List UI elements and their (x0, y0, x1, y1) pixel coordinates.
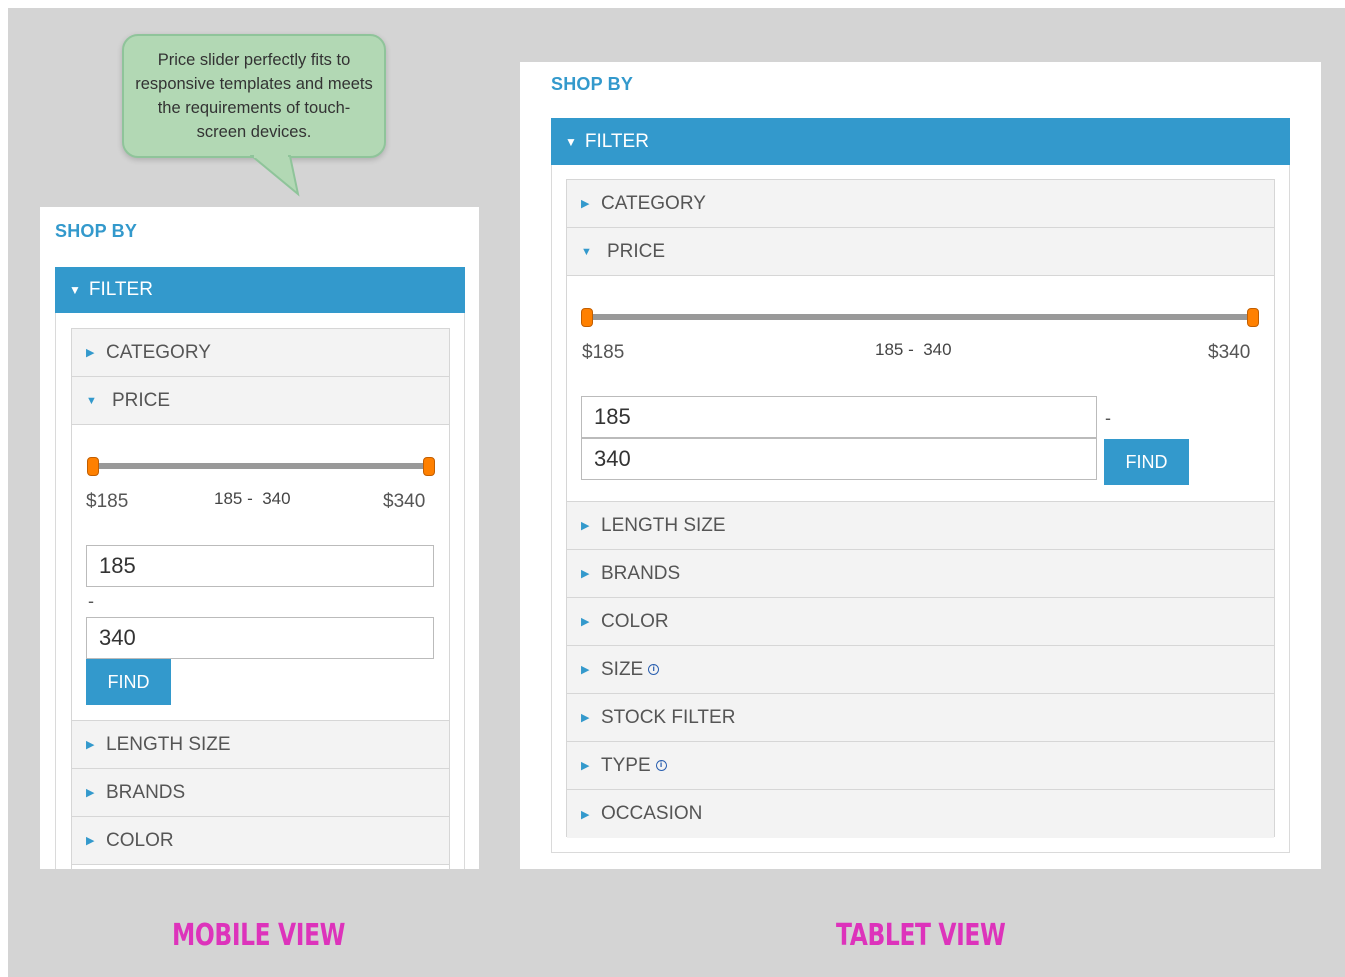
caret-down-icon: ▼ (581, 245, 592, 258)
caret-down-icon: ▼ (69, 283, 81, 297)
caret-right-icon: ▶ (581, 808, 590, 821)
tablet-panel: SHOP BY ▼ FILTER ▶ CATEGORY ▼ PRICE $185… (520, 62, 1321, 869)
size-label: SIZE (601, 658, 644, 680)
shop-by-heading: SHOP BY (551, 74, 634, 94)
price-label: PRICE (112, 389, 171, 411)
price-item[interactable]: ▼ PRICE (72, 377, 449, 425)
callout-bubble: Price slider perfectly fits to responsiv… (122, 34, 386, 158)
price-slider-min-handle[interactable] (581, 308, 593, 327)
info-icon[interactable]: i (655, 760, 667, 771)
price-slider-min-handle[interactable] (87, 457, 99, 476)
category-item[interactable]: ▶ CATEGORY (72, 329, 449, 377)
price-min-input[interactable]: 185 (86, 545, 434, 587)
length-size-label: LENGTH SIZE (601, 514, 726, 536)
price-range-label: 185 - 340 (214, 489, 291, 508)
callout-text: Price slider perfectly fits to responsiv… (135, 51, 373, 141)
price-panel: $185 185 - 340 $340 185 - 340 FIND (567, 276, 1274, 502)
price-min-label: $185 (86, 491, 129, 512)
stock-filter-item[interactable]: ▶ STOCK FILTER (567, 694, 1274, 742)
price-slider-max-handle[interactable] (423, 457, 435, 476)
price-max-label: $340 (1208, 342, 1251, 363)
caret-right-icon: ▶ (581, 198, 590, 210)
color-item[interactable]: ▶ COLOR (72, 817, 449, 865)
caret-right-icon: ▶ (581, 664, 590, 676)
caret-right-icon: ▶ (581, 520, 590, 532)
brands-item[interactable]: ▶ BRANDS (567, 550, 1274, 598)
brands-label: BRANDS (106, 781, 186, 803)
caret-right-icon: ▶ (86, 835, 95, 847)
filter-toggle[interactable]: ▼ FILTER (551, 118, 1290, 165)
caret-down-icon: ▼ (565, 134, 577, 149)
price-slider-max-handle[interactable] (1247, 308, 1259, 327)
price-separator: - (88, 591, 94, 611)
filter-list: ▶ CATEGORY ▼ PRICE $185 185 - 340 $340 1… (566, 179, 1275, 838)
find-button[interactable]: FIND (1104, 439, 1189, 485)
price-max-input[interactable]: 340 (86, 617, 434, 659)
caret-right-icon: ▶ (86, 787, 95, 799)
category-label: CATEGORY (106, 341, 211, 363)
mobile-panel: SHOP BY ▼ FILTER ▶ CATEGORY ▼ PRICE $185… (40, 207, 479, 869)
caret-right-icon: ▶ (86, 347, 95, 359)
price-max-label: $340 (383, 491, 426, 512)
brands-label: BRANDS (601, 562, 681, 584)
price-min-input[interactable]: 185 (581, 396, 1097, 438)
caret-right-icon: ▶ (581, 616, 590, 628)
length-size-label: LENGTH SIZE (106, 733, 231, 755)
color-label: COLOR (106, 829, 174, 851)
price-separator: - (1105, 408, 1111, 428)
filter-label: FILTER (584, 130, 649, 152)
length-size-item[interactable]: ▶ LENGTH SIZE (567, 502, 1274, 550)
info-icon[interactable]: i (648, 664, 660, 675)
caret-down-icon: ▼ (86, 394, 97, 407)
type-item[interactable]: ▶ TYPE i (567, 742, 1274, 790)
filter-list: ▶ CATEGORY ▼ PRICE $185 185 - 340 $340 1… (71, 328, 450, 869)
category-label: CATEGORY (601, 192, 706, 214)
size-item[interactable]: ▶ SIZE i (567, 646, 1274, 694)
price-panel: $185 185 - 340 $340 185 - 340 FIND (72, 425, 449, 721)
price-max-input[interactable]: 340 (581, 438, 1097, 480)
caret-right-icon: ▶ (86, 739, 95, 751)
callout-tail (250, 154, 300, 197)
occasion-item[interactable]: ▶ OCCASION (567, 790, 1274, 838)
filter-toggle[interactable]: ▼ FILTER (55, 267, 465, 313)
color-label: COLOR (601, 610, 669, 632)
tablet-view-label: TABLET VIEW (836, 918, 1006, 953)
price-range-label: 185 - 340 (875, 340, 952, 359)
length-size-item[interactable]: ▶ LENGTH SIZE (72, 721, 449, 769)
caret-right-icon: ▶ (581, 760, 590, 772)
color-item[interactable]: ▶ COLOR (567, 598, 1274, 646)
price-slider-track[interactable] (93, 463, 429, 469)
caret-right-icon: ▶ (581, 568, 590, 580)
filter-label: FILTER (88, 279, 153, 300)
price-item[interactable]: ▼ PRICE (567, 228, 1274, 276)
price-min-label: $185 (582, 342, 625, 363)
stock-filter-label: STOCK FILTER (601, 706, 736, 728)
category-item[interactable]: ▶ CATEGORY (567, 180, 1274, 228)
find-button[interactable]: FIND (86, 659, 171, 705)
shop-by-heading: SHOP BY (55, 221, 138, 241)
occasion-label: OCCASION (601, 803, 703, 824)
type-label: TYPE (601, 754, 651, 776)
mobile-view-label: MOBILE VIEW (172, 918, 346, 953)
brands-item[interactable]: ▶ BRANDS (72, 769, 449, 817)
price-slider-track[interactable] (587, 314, 1253, 320)
caret-right-icon: ▶ (581, 712, 590, 724)
price-label: PRICE (607, 240, 666, 262)
